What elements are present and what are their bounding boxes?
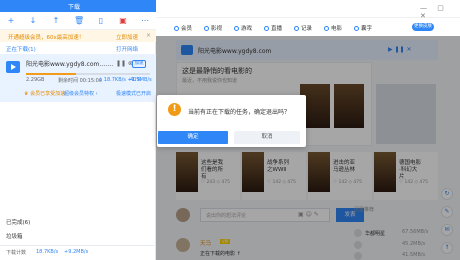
- vip-banner-text: 开通超级会员，60x最高加速！: [8, 35, 85, 41]
- downloading-header[interactable]: 正在下载(1): [6, 45, 36, 53]
- vip-banner: 开通超级会员，60x最高加速！ 立即加速 ×: [0, 30, 156, 42]
- status-label: 下载计数: [6, 250, 27, 256]
- upload-icon[interactable]: ↑: [51, 16, 61, 26]
- download-icon[interactable]: ↓: [28, 16, 38, 26]
- history-icon: [294, 26, 299, 31]
- warning-icon: !: [168, 103, 181, 116]
- completed-item[interactable]: 已完成(6): [6, 218, 30, 226]
- close-icon[interactable]: ×: [146, 32, 151, 39]
- gift-icon[interactable]: ▣: [118, 16, 128, 26]
- dialog-message: 当前有正在下载的任务，确定退出吗？: [188, 109, 291, 116]
- other-icon: [354, 26, 359, 31]
- task-controls[interactable]: ❚❚ ⊗: [116, 60, 133, 67]
- network-link[interactable]: 打开网络: [116, 45, 138, 53]
- window-title: 下载: [68, 4, 81, 11]
- speed-mode-link[interactable]: 极速模式已开启: [116, 90, 151, 97]
- nav-item-live[interactable]: 直播: [264, 24, 282, 32]
- member-status: ♛ 会员已享受加速: [24, 91, 66, 97]
- status-bar: 下载计数 18.7KB/s +9.2MB/s: [0, 245, 156, 260]
- title-bar: 下载: [0, 0, 156, 12]
- progress-fill: [26, 73, 76, 75]
- nav-item-movie[interactable]: 电影: [324, 24, 342, 32]
- game-icon: [234, 26, 239, 31]
- nav-item-video[interactable]: 影视: [204, 24, 222, 32]
- task-size: 2.29GB: [26, 77, 45, 83]
- modal-overlay: [156, 36, 460, 260]
- delete-icon[interactable]: 🗑: [74, 16, 84, 26]
- vip-privilege-link[interactable]: 超级会员特权 ›: [64, 90, 98, 97]
- nav-item-history[interactable]: 记录: [294, 24, 312, 32]
- status-speed: 18.7KB/s: [36, 249, 59, 255]
- phone-icon[interactable]: ▯: [96, 16, 106, 26]
- video-file-icon: [6, 61, 20, 73]
- task-speed: ↓ 18.7KB/s +1.9MB/s: [98, 77, 152, 83]
- accelerate-button[interactable]: 立即加速: [116, 33, 138, 41]
- cancel-button[interactable]: 取消: [234, 131, 300, 144]
- top-bar: [156, 0, 460, 18]
- video-icon: [204, 26, 209, 31]
- live-icon: [264, 26, 269, 31]
- task-eta: 剩余时间 00:15:00: [58, 78, 103, 84]
- more-icon[interactable]: ⋯: [140, 16, 150, 26]
- movie-icon: [324, 26, 329, 31]
- nav-item-game[interactable]: 游戏: [234, 24, 252, 32]
- task-percent: 40%: [130, 77, 142, 83]
- trash-item[interactable]: 垃圾箱: [6, 232, 23, 240]
- nav-item-vip[interactable]: 会员: [174, 24, 192, 32]
- status-extra: +9.2MB/s: [64, 249, 89, 255]
- accelerate-badge[interactable]: 加速: [132, 60, 146, 68]
- task-file-name: 阳光电影www.ygdy8.com.……: [26, 61, 114, 68]
- toolbar: + ↓ ↑ 🗑 ▯ ▣ ⋯: [0, 12, 156, 30]
- confirm-button[interactable]: 确定: [158, 131, 228, 144]
- vip-icon: [174, 26, 179, 31]
- add-icon[interactable]: +: [6, 16, 16, 26]
- skin-button[interactable]: 更换皮肤: [412, 23, 434, 31]
- nav-item-other[interactable]: 囊字: [354, 24, 372, 32]
